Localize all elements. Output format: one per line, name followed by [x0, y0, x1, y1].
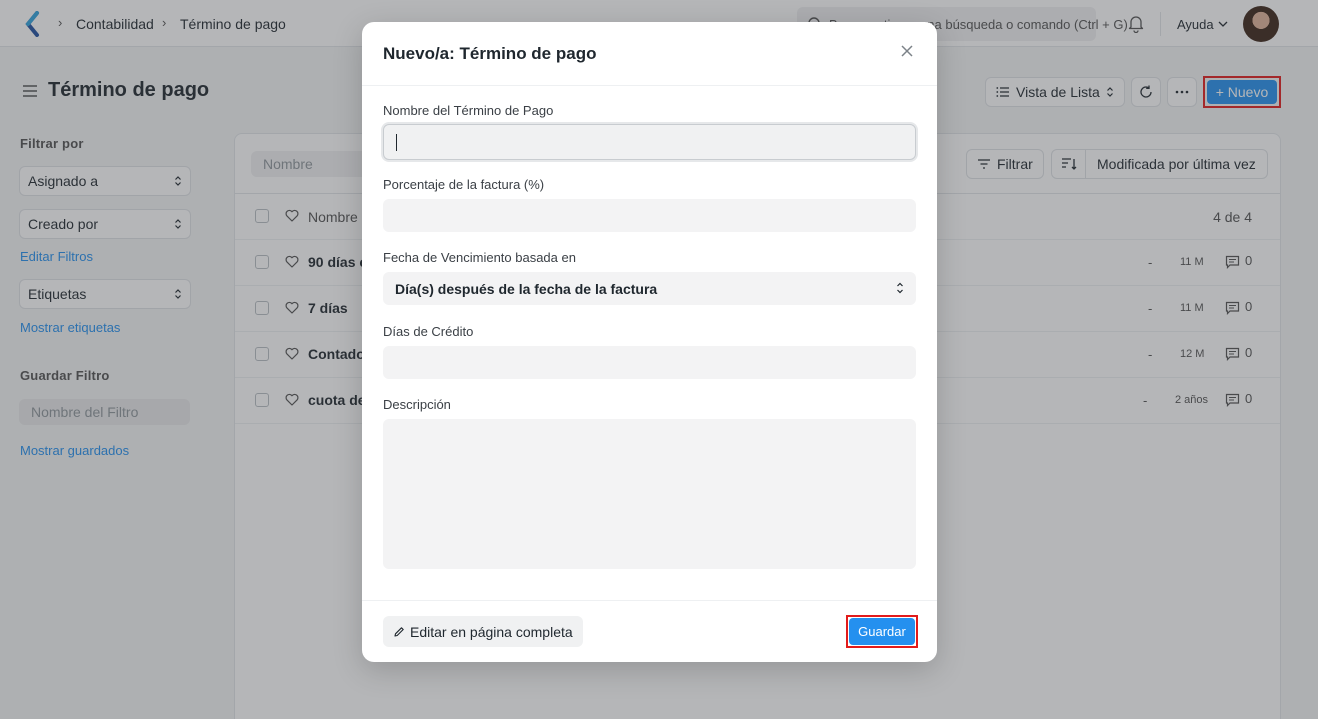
pencil-icon	[394, 626, 404, 637]
description-label: Descripción	[383, 397, 451, 412]
invoice-portion-input[interactable]	[383, 199, 916, 232]
credit-days-label: Días de Crédito	[383, 324, 474, 339]
due-date-based-on-label: Fecha de Vencimiento basada en	[383, 250, 576, 265]
new-payment-term-dialog: Nuevo/a: Término de pago Nombre del Térm…	[362, 22, 937, 662]
description-textarea[interactable]	[383, 419, 916, 569]
credit-days-input[interactable]	[383, 346, 916, 379]
payment-term-name-label: Nombre del Término de Pago	[383, 103, 554, 118]
dialog-footer: Editar en página completa Guardar	[362, 600, 937, 662]
edit-full-page-button[interactable]: Editar en página completa	[383, 616, 583, 647]
payment-term-name-input[interactable]	[383, 124, 916, 160]
chevron-updown-icon	[897, 282, 903, 294]
text-cursor	[396, 134, 397, 151]
edit-full-page-label: Editar en página completa	[410, 623, 573, 640]
dialog-title: Nuevo/a: Término de pago	[383, 44, 597, 63]
close-icon[interactable]	[900, 44, 914, 58]
dialog-header: Nuevo/a: Término de pago	[362, 22, 937, 86]
save-button-label: Guardar	[858, 624, 906, 639]
save-button[interactable]: Guardar	[849, 618, 915, 645]
invoice-portion-label: Porcentaje de la factura (%)	[383, 177, 545, 192]
due-date-based-on-select[interactable]: Día(s) después de la fecha de la factura	[383, 272, 916, 305]
save-button-highlight[interactable]: Guardar	[846, 615, 918, 648]
due-date-based-on-value: Día(s) después de la fecha de la factura	[395, 281, 658, 297]
